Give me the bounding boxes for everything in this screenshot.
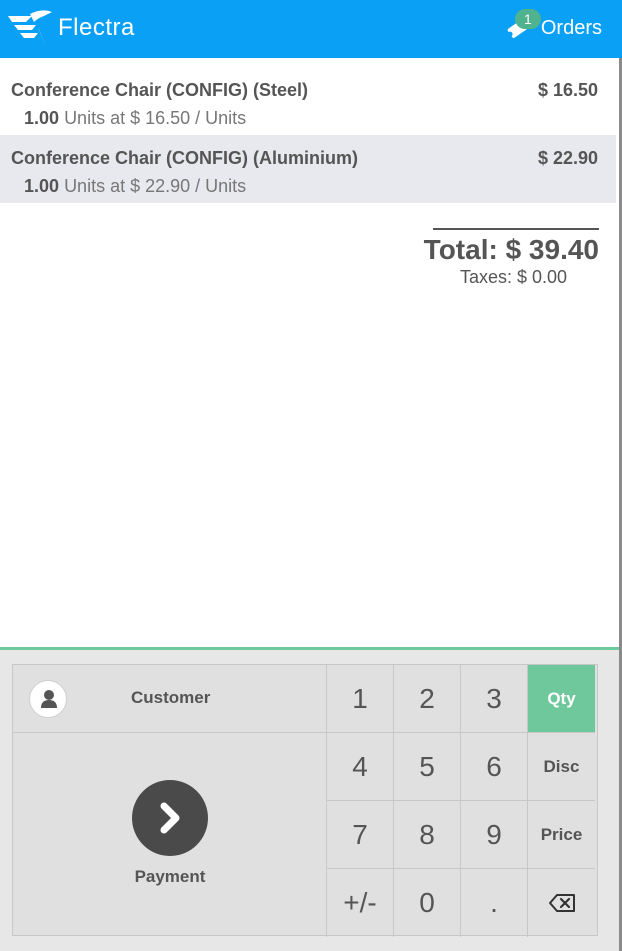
numpad-key-1[interactable]: 1 xyxy=(327,665,394,733)
line-product-name: Conference Chair (CONFIG) (Steel) xyxy=(11,80,309,100)
line-price: $ 16.50 xyxy=(537,80,598,100)
customer-label: Customer xyxy=(131,688,211,707)
payment-label: Payment xyxy=(134,867,206,886)
line-unit-info: Units at $ 22.90 / Units xyxy=(64,176,247,196)
orders-count-badge: 1 xyxy=(514,9,541,29)
line-qty: 1.00 xyxy=(24,108,60,128)
order-taxes: Taxes: $ 0.00 xyxy=(460,267,568,287)
numpad-key-4[interactable]: 4 xyxy=(327,733,394,801)
flectra-logo: Flectra xyxy=(6,6,135,50)
chevron-right-icon xyxy=(132,780,208,856)
numpad-key-3[interactable]: 3 xyxy=(461,665,528,733)
numpad-key-5[interactable]: 5 xyxy=(394,733,461,801)
top-bar: Flectra 1 Orders xyxy=(0,0,622,58)
mode-qty-button[interactable]: Qty xyxy=(528,665,595,733)
numpad-key-8[interactable]: 8 xyxy=(394,801,461,869)
numpad-key-plus-minus[interactable]: +/- xyxy=(327,869,394,937)
mode-price-button[interactable]: Price xyxy=(528,801,595,869)
line-qty: 1.00 xyxy=(24,176,60,196)
numpad-key-9[interactable]: 9 xyxy=(461,801,528,869)
order-line-selected[interactable]: Conference Chair (CONFIG) (Aluminium) $ … xyxy=(0,135,616,203)
numpad-key-dot[interactable]: . xyxy=(461,869,528,937)
control-pad: Customer Payment 1 2 3 Qty 4 5 6 Disc 7 … xyxy=(12,664,598,937)
orders-button[interactable]: 1 Orders xyxy=(505,8,602,48)
numpad-key-6[interactable]: 6 xyxy=(461,733,528,801)
backspace-button[interactable] xyxy=(528,869,595,937)
order-line[interactable]: Conference Chair (CONFIG) (Steel) $ 16.5… xyxy=(0,67,616,135)
order-total: Total: $ 39.40 xyxy=(423,234,599,265)
numpad-key-2[interactable]: 2 xyxy=(394,665,461,733)
numpad-key-0[interactable]: 0 xyxy=(394,869,461,937)
line-quantity-info: 1.00 Units at $ 16.50 / Units xyxy=(24,108,246,129)
orders-label: Orders xyxy=(540,16,602,39)
backspace-icon xyxy=(548,894,575,912)
line-product-name: Conference Chair (CONFIG) (Aluminium) xyxy=(11,148,359,168)
brand-name: Flectra xyxy=(58,14,135,41)
payment-button[interactable]: Payment xyxy=(13,733,327,937)
set-customer-button[interactable]: Customer xyxy=(13,665,327,733)
mode-disc-button[interactable]: Disc xyxy=(528,733,595,801)
line-quantity-info: 1.00 Units at $ 22.90 / Units xyxy=(24,176,246,197)
line-price: $ 22.90 xyxy=(537,148,598,168)
ticket-icon: 1 xyxy=(505,9,541,41)
user-icon xyxy=(29,680,67,718)
line-unit-info: Units at $ 16.50 / Units xyxy=(64,108,247,128)
control-pad-area: Customer Payment 1 2 3 Qty 4 5 6 Disc 7 … xyxy=(0,647,619,951)
hummingbird-icon xyxy=(8,10,52,48)
numpad-key-7[interactable]: 7 xyxy=(327,801,394,869)
total-divider xyxy=(433,228,599,230)
